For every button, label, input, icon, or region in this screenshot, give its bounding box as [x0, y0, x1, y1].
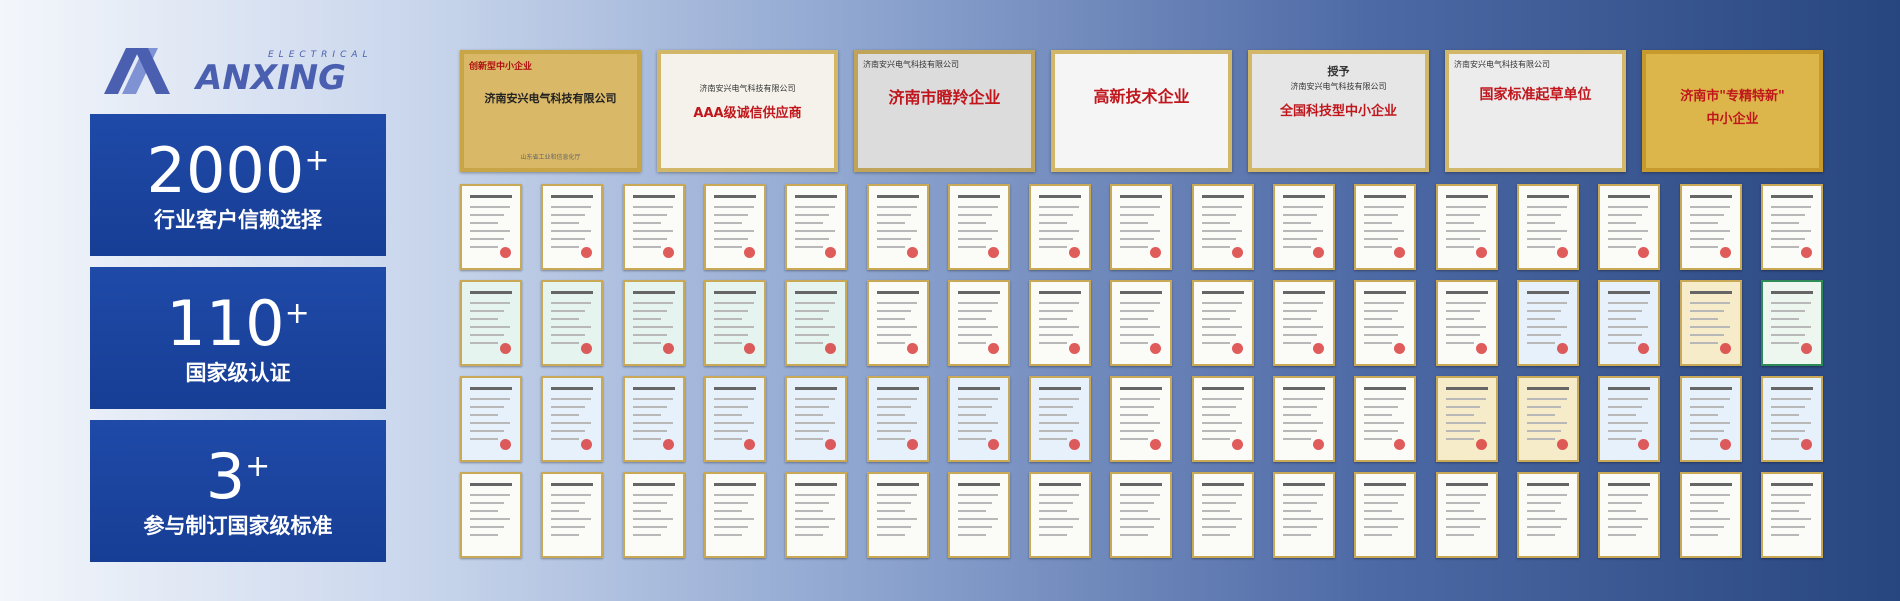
plaque-gazelle-enterprise: 济南安兴电气科技有限公司 济南市瞪羚企业	[854, 50, 1035, 172]
certificate-thumbnail	[1436, 376, 1498, 462]
stat-label: 行业客户信赖选择	[154, 208, 322, 232]
certificate-thumbnail	[867, 376, 929, 462]
certificate-thumbnail	[1192, 472, 1254, 558]
certificate-thumbnail	[1192, 376, 1254, 462]
certificate-thumbnail	[1598, 280, 1660, 366]
certificate-thumbnail	[1761, 280, 1823, 366]
anxing-logo-mark-icon	[104, 48, 170, 94]
stat-number: 3+	[205, 440, 271, 513]
certificate-thumbnail	[1517, 376, 1579, 462]
certificate-thumbnail	[1110, 376, 1172, 462]
certificate-thumbnail	[623, 472, 685, 558]
certificate-thumbnail	[867, 472, 929, 558]
certificate-thumbnail	[1436, 472, 1498, 558]
certificate-thumbnail	[541, 472, 603, 558]
certificate-thumbnail	[460, 184, 522, 270]
stat-label: 参与制订国家级标准	[143, 514, 333, 538]
certificate-thumbnail	[1273, 184, 1335, 270]
certificate-grid	[460, 184, 1823, 562]
certificate-thumbnail	[948, 376, 1010, 462]
certificate-thumbnail	[1761, 184, 1823, 270]
certificate-thumbnail	[1680, 472, 1742, 558]
certificate-thumbnail	[1273, 376, 1335, 462]
certificate-thumbnail	[1273, 280, 1335, 366]
certificate-thumbnail	[1680, 280, 1742, 366]
certificate-thumbnail	[1598, 184, 1660, 270]
certificate-thumbnail	[1517, 472, 1579, 558]
plaque-high-tech-enterprise: 高新技术企业	[1051, 50, 1232, 172]
honor-plaques-row: 创新型中小企业 济南安兴电气科技有限公司 山东省工业和信息化厅 济南安兴电气科技…	[460, 50, 1823, 172]
certificate-thumbnail	[1598, 472, 1660, 558]
certificate-thumbnail	[867, 184, 929, 270]
certificate-thumbnail	[785, 184, 847, 270]
certificate-thumbnail	[704, 376, 766, 462]
certificate-thumbnail	[948, 472, 1010, 558]
certificate-thumbnail	[1517, 184, 1579, 270]
plaque-innovative-sme: 创新型中小企业 济南安兴电气科技有限公司 山东省工业和信息化厅	[460, 50, 641, 172]
certificate-thumbnail	[541, 184, 603, 270]
certificate-thumbnail	[460, 472, 522, 558]
brand-name: ANXING	[196, 58, 346, 98]
brand-logo: ELECTRICAL ANXING	[104, 46, 380, 98]
certificate-thumbnail	[1354, 472, 1416, 558]
stat-panel-standards: 3+ 参与制订国家级标准	[90, 420, 386, 562]
certificate-thumbnail	[1517, 280, 1579, 366]
certificate-thumbnail	[623, 376, 685, 462]
certificate-thumbnail	[1354, 184, 1416, 270]
certificate-thumbnail	[460, 376, 522, 462]
certificate-thumbnail	[704, 184, 766, 270]
certificate-thumbnail	[1192, 280, 1254, 366]
certificate-thumbnail	[704, 472, 766, 558]
certificate-thumbnail	[1273, 472, 1335, 558]
certificate-thumbnail	[1029, 376, 1091, 462]
certificate-thumbnail	[1354, 376, 1416, 462]
certificate-thumbnail	[1110, 472, 1172, 558]
certificate-thumbnail	[623, 184, 685, 270]
plaque-standard-drafting-unit: 济南安兴电气科技有限公司 国家标准起草单位	[1445, 50, 1626, 172]
certificate-thumbnail	[623, 280, 685, 366]
plaque-specialized-sme: 济南市"专精特新" 中小企业	[1642, 50, 1823, 172]
certificate-thumbnail	[785, 472, 847, 558]
certificate-thumbnail	[541, 280, 603, 366]
plaque-aaa-credit-supplier: 济南安兴电气科技有限公司 AAA级诚信供应商	[657, 50, 838, 172]
certificate-thumbnail	[1029, 280, 1091, 366]
plaque-tech-sme: 授予 济南安兴电气科技有限公司 全国科技型中小企业	[1248, 50, 1429, 172]
stat-panel-customers: 2000+ 行业客户信赖选择	[90, 114, 386, 256]
certificate-thumbnail	[704, 280, 766, 366]
certificate-thumbnail	[867, 280, 929, 366]
certificate-thumbnail	[1029, 472, 1091, 558]
certificate-thumbnail	[948, 280, 1010, 366]
certificate-thumbnail	[1598, 376, 1660, 462]
certificate-thumbnail	[1110, 184, 1172, 270]
certificate-thumbnail	[1680, 376, 1742, 462]
certificate-thumbnail	[1680, 184, 1742, 270]
certificate-thumbnail	[1029, 184, 1091, 270]
stat-panel-certifications: 110+ 国家级认证	[90, 267, 386, 409]
stat-number: 110+	[166, 287, 310, 360]
certificate-thumbnail	[1436, 184, 1498, 270]
certificate-thumbnail	[1354, 280, 1416, 366]
certificate-thumbnail	[1192, 184, 1254, 270]
certificate-thumbnail	[785, 280, 847, 366]
certificate-thumbnail	[541, 376, 603, 462]
stat-number: 2000+	[146, 134, 330, 207]
certificate-thumbnail	[785, 376, 847, 462]
certificate-thumbnail	[1110, 280, 1172, 366]
certificate-thumbnail	[948, 184, 1010, 270]
certificate-thumbnail	[1761, 472, 1823, 558]
certificate-thumbnail	[460, 280, 522, 366]
certificate-thumbnail	[1761, 376, 1823, 462]
stat-label: 国家级认证	[185, 361, 291, 385]
certificate-thumbnail	[1436, 280, 1498, 366]
